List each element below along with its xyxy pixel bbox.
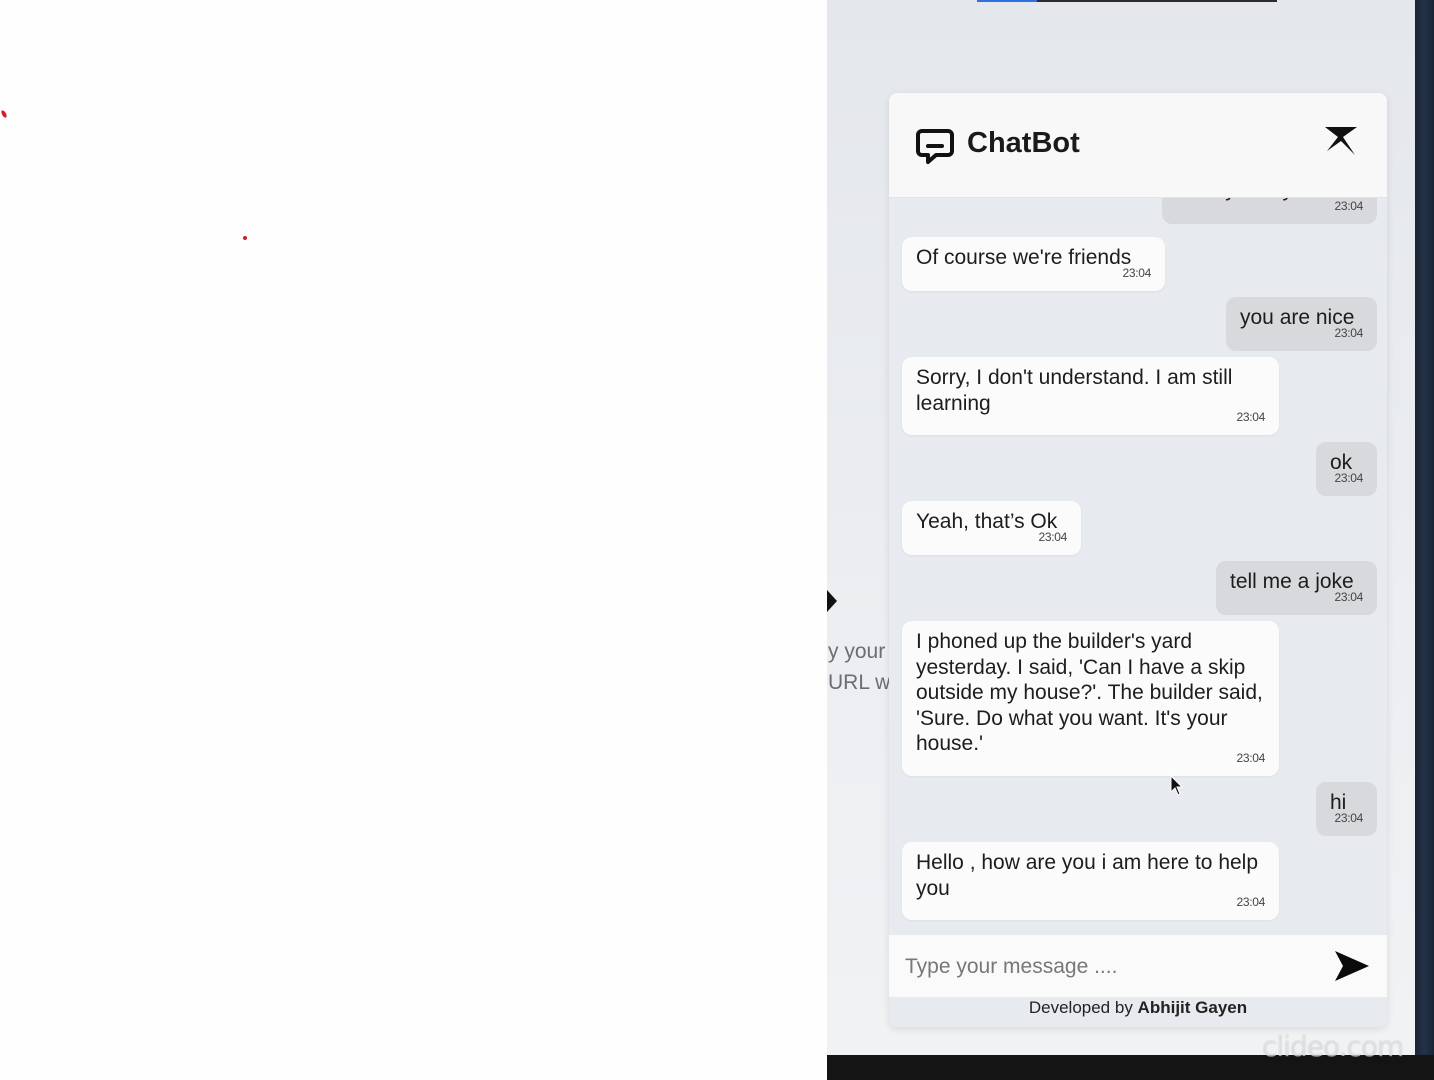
footer-credit: Developed by Abhijit Gayen: [889, 998, 1387, 1027]
message-time: 23:04: [1038, 529, 1067, 544]
background-text-line: URL w: [828, 671, 891, 694]
user-message: ok 23:04: [1316, 442, 1377, 496]
background-text-line: y your: [828, 640, 886, 663]
message-list[interactable]: are you my friend? 23:04 Of course we're…: [889, 169, 1387, 1025]
message-input[interactable]: [903, 949, 1317, 985]
chat-widget: ChatBot are you my friend? 23:04 Of cour…: [889, 93, 1387, 1027]
message-time: 23:04: [1334, 589, 1363, 604]
message-text: I phoned up the builder's yard yesterday…: [916, 630, 1263, 755]
message-text: Of course we're friends: [916, 246, 1132, 269]
chat-header: ChatBot: [889, 93, 1387, 198]
message-time: 23:04: [1236, 750, 1265, 765]
panel-top-bar: [977, 0, 1277, 2]
user-message: tell me a joke 23:04: [1216, 561, 1377, 615]
mouse-cursor-icon: [1170, 775, 1184, 796]
footer-author: Abhijit Gayen: [1137, 998, 1248, 1017]
bot-message: I phoned up the builder's yard yesterday…: [902, 621, 1279, 776]
bot-message: Of course we're friends 23:04: [902, 237, 1165, 291]
user-message: you are nice 23:04: [1226, 297, 1377, 351]
user-message: hi 23:04: [1316, 782, 1377, 836]
bot-message: Yeah, that’s Ok 23:04: [902, 501, 1081, 555]
desktop-edge: [1415, 0, 1434, 1080]
red-speck: [0, 109, 8, 119]
message-time: 23:04: [1236, 894, 1265, 909]
message-text: Sorry, I don't understand. I am still le…: [916, 366, 1233, 415]
panel-top-accent: [977, 0, 1037, 2]
message-input-bar: [889, 935, 1387, 997]
chat-title: ChatBot: [967, 127, 1080, 159]
message-time: 23:04: [1334, 325, 1363, 340]
message-text: Hello , how are you i am here to help yo…: [916, 851, 1259, 900]
watermark: clideo.com: [1262, 1030, 1404, 1063]
send-arrow-icon[interactable]: [1333, 947, 1371, 985]
message-time: 23:04: [1236, 409, 1265, 424]
red-speck: [243, 236, 247, 240]
bot-message: Sorry, I don't understand. I am still le…: [902, 357, 1279, 435]
bot-message: Hello , how are you i am here to help yo…: [902, 842, 1279, 920]
footer-prefix: Developed by: [1028, 998, 1138, 1017]
message-time: 23:04: [1334, 470, 1363, 485]
screen: y your URL w clideo.com ChatBot are you …: [0, 0, 1434, 1080]
chat-bubble-icon: [916, 129, 954, 164]
message-time: 23:04: [1334, 810, 1363, 825]
expand-arrow-icon[interactable]: [827, 590, 837, 612]
close-icon[interactable]: [1321, 121, 1361, 161]
message-time: 23:04: [1122, 265, 1151, 280]
